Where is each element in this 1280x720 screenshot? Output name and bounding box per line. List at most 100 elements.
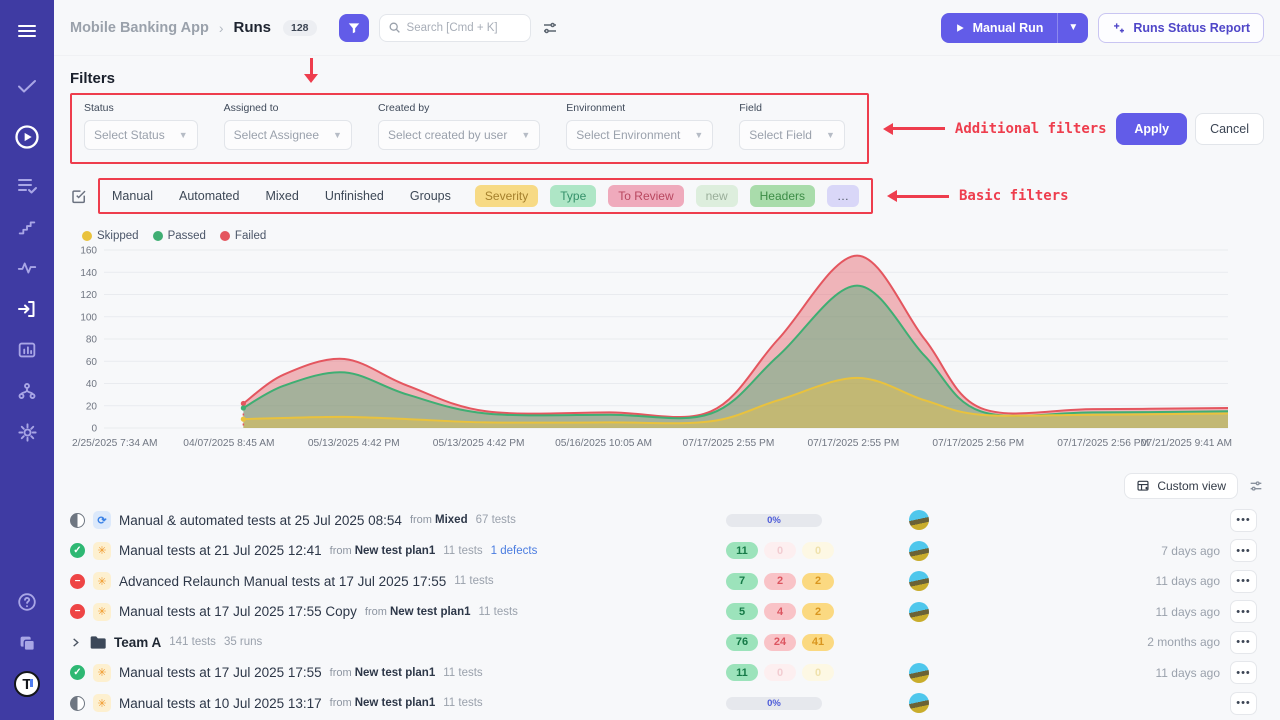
select-placeholder: Select Status xyxy=(94,128,165,142)
run-title[interactable]: Manual tests at 17 Jul 2025 17:55 xyxy=(119,665,322,680)
legend-item-failed[interactable]: Failed xyxy=(220,230,266,242)
passed-count-pill: 5 xyxy=(726,603,758,620)
cancel-button[interactable]: Cancel xyxy=(1195,113,1264,145)
run-title[interactable]: Manual & automated tests at 25 Jul 2025 … xyxy=(119,513,402,528)
run-row[interactable]: ✓✳Manual tests at 17 Jul 2025 17:55from … xyxy=(70,658,1264,689)
run-row[interactable]: ✳Manual tests at 10 Jul 2025 13:17from N… xyxy=(70,688,1264,719)
legend-label: Skipped xyxy=(97,230,139,242)
run-tests-count: 11 tests xyxy=(443,697,482,709)
run-row[interactable]: ⟳ Manual & automated tests at 25 Jul 2025… xyxy=(70,505,1264,536)
legend-item-passed[interactable]: Passed xyxy=(153,230,206,242)
annotation-left-arrow xyxy=(883,123,945,135)
search-input[interactable] xyxy=(407,22,517,34)
avatar[interactable] xyxy=(909,663,929,683)
chip-to-review[interactable]: To Review xyxy=(608,185,683,207)
manual-run-dropdown[interactable]: ▼ xyxy=(1058,13,1088,43)
row-menu-button[interactable]: ••• xyxy=(1230,600,1257,623)
menu-icon[interactable] xyxy=(10,14,44,48)
avatar[interactable] xyxy=(909,571,929,591)
tab-groups[interactable]: Groups xyxy=(410,189,451,203)
run-row[interactable]: −✳Advanced Relaunch Manual tests at 17 J… xyxy=(70,566,1264,597)
test-plans-list-check-icon[interactable] xyxy=(10,169,44,203)
tab-mixed[interactable]: Mixed xyxy=(265,189,298,203)
pulse-activity-icon[interactable] xyxy=(10,251,44,285)
avatar[interactable] xyxy=(909,693,929,713)
run-info: ⟳ Manual & automated tests at 25 Jul 2025… xyxy=(70,511,726,529)
runs-status-report-button[interactable]: Runs Status Report xyxy=(1098,13,1264,43)
settings-gear-icon[interactable] xyxy=(10,415,44,449)
run-title[interactable]: Manual tests at 17 Jul 2025 17:55 Copy xyxy=(119,604,357,619)
legend-item-skipped[interactable]: Skipped xyxy=(82,230,139,242)
avatar[interactable] xyxy=(909,541,929,561)
status-failed-icon: − xyxy=(70,604,85,619)
run-title[interactable]: Advanced Relaunch Manual tests at 17 Jul… xyxy=(119,574,446,589)
search-box[interactable] xyxy=(379,14,531,42)
manual-run-button[interactable]: Manual Run xyxy=(941,13,1059,43)
run-time-ago: 11 days ago xyxy=(990,666,1230,680)
run-from: from Mixed xyxy=(410,514,468,526)
run-tests-count: 11 tests xyxy=(454,575,493,587)
runs-status-report-label: Runs Status Report xyxy=(1133,21,1250,35)
select-runs-checklist-icon[interactable] xyxy=(70,187,88,205)
import-icon[interactable] xyxy=(10,292,44,326)
run-info: ✓✳Manual tests at 17 Jul 2025 17:55from … xyxy=(70,664,726,682)
custom-view-button[interactable]: Custom view xyxy=(1124,473,1238,499)
run-row[interactable]: −✳Manual tests at 17 Jul 2025 17:55 Copy… xyxy=(70,597,1264,628)
tab-manual[interactable]: Manual xyxy=(112,189,153,203)
tests-check-icon[interactable] xyxy=(10,69,44,103)
status-select[interactable]: Select Status ▼ xyxy=(84,120,198,150)
svg-text:04/07/2025 8:45 AM: 04/07/2025 8:45 AM xyxy=(183,438,274,449)
view-settings-sliders-icon[interactable] xyxy=(1248,478,1264,494)
row-menu-button[interactable]: ••• xyxy=(1230,692,1257,715)
steps-stairs-icon[interactable] xyxy=(10,210,44,244)
run-row[interactable]: ✓✳Manual tests at 21 Jul 2025 12:41from … xyxy=(70,536,1264,567)
breadcrumb-project[interactable]: Mobile Banking App xyxy=(70,20,209,36)
row-menu-button[interactable]: ••• xyxy=(1230,661,1257,684)
environment-select[interactable]: Select Environment ▼ xyxy=(566,120,713,150)
row-menu-button[interactable]: ••• xyxy=(1230,570,1257,593)
tab-unfinished[interactable]: Unfinished xyxy=(325,189,384,203)
chip-type[interactable]: Type xyxy=(550,185,596,207)
assigned-to-select[interactable]: Select Assignee ▼ xyxy=(224,120,352,150)
row-menu-button[interactable]: ••• xyxy=(1230,509,1257,532)
svg-text:20: 20 xyxy=(86,401,98,412)
svg-text:05/16/2025 10:05 AM: 05/16/2025 10:05 AM xyxy=(555,438,652,449)
help-icon[interactable] xyxy=(10,585,44,619)
chip-headers[interactable]: Headers xyxy=(750,185,815,207)
mixed-run-icon: ⟳ xyxy=(93,511,111,529)
chip-severity[interactable]: Severity xyxy=(475,185,538,207)
run-title[interactable]: Manual tests at 21 Jul 2025 12:41 xyxy=(119,543,322,558)
branch-icon[interactable] xyxy=(10,374,44,408)
run-title[interactable]: Manual tests at 10 Jul 2025 13:17 xyxy=(119,696,322,711)
expand-chevron-icon[interactable] xyxy=(70,637,81,648)
apply-button[interactable]: Apply xyxy=(1116,113,1187,145)
manual-run-icon: ✳ xyxy=(93,694,111,712)
search-settings-sliders-icon[interactable] xyxy=(541,19,559,37)
avatar[interactable] xyxy=(909,510,929,530)
runs-play-circle-icon[interactable] xyxy=(10,120,44,154)
tab-automated[interactable]: Automated xyxy=(179,189,239,203)
row-menu-button[interactable]: ••• xyxy=(1230,631,1257,654)
run-results: 0% xyxy=(726,514,848,527)
basic-filters-box: Manual Automated Mixed Unfinished Groups Sev… xyxy=(98,178,873,214)
analytics-chart-icon[interactable] xyxy=(10,333,44,367)
progress-percent: 0% xyxy=(767,698,781,709)
avatar[interactable] xyxy=(909,602,929,622)
run-row[interactable]: Team A 141 tests 35 runs 762441 2 months… xyxy=(70,627,1264,658)
chip-more[interactable]: … xyxy=(827,185,859,207)
filter-funnel-button[interactable] xyxy=(339,14,369,42)
group-title[interactable]: Team A xyxy=(114,635,161,650)
svg-text:160: 160 xyxy=(80,246,97,257)
chip-new[interactable]: new xyxy=(696,185,738,207)
row-menu-button[interactable]: ••• xyxy=(1230,539,1257,562)
funnel-icon xyxy=(347,21,361,35)
svg-text:40: 40 xyxy=(86,379,98,390)
status-in-progress-icon xyxy=(70,696,85,711)
app-logo[interactable]: T xyxy=(10,667,44,701)
field-select[interactable]: Select Field ▼ xyxy=(739,120,845,150)
created-by-select[interactable]: Select created by user ▼ xyxy=(378,120,540,150)
progress-percent: 0% xyxy=(767,515,781,526)
copy-pages-icon[interactable] xyxy=(10,626,44,660)
passed-count-pill: 7 xyxy=(726,573,758,590)
run-defects-link[interactable]: 1 defects xyxy=(491,545,538,557)
